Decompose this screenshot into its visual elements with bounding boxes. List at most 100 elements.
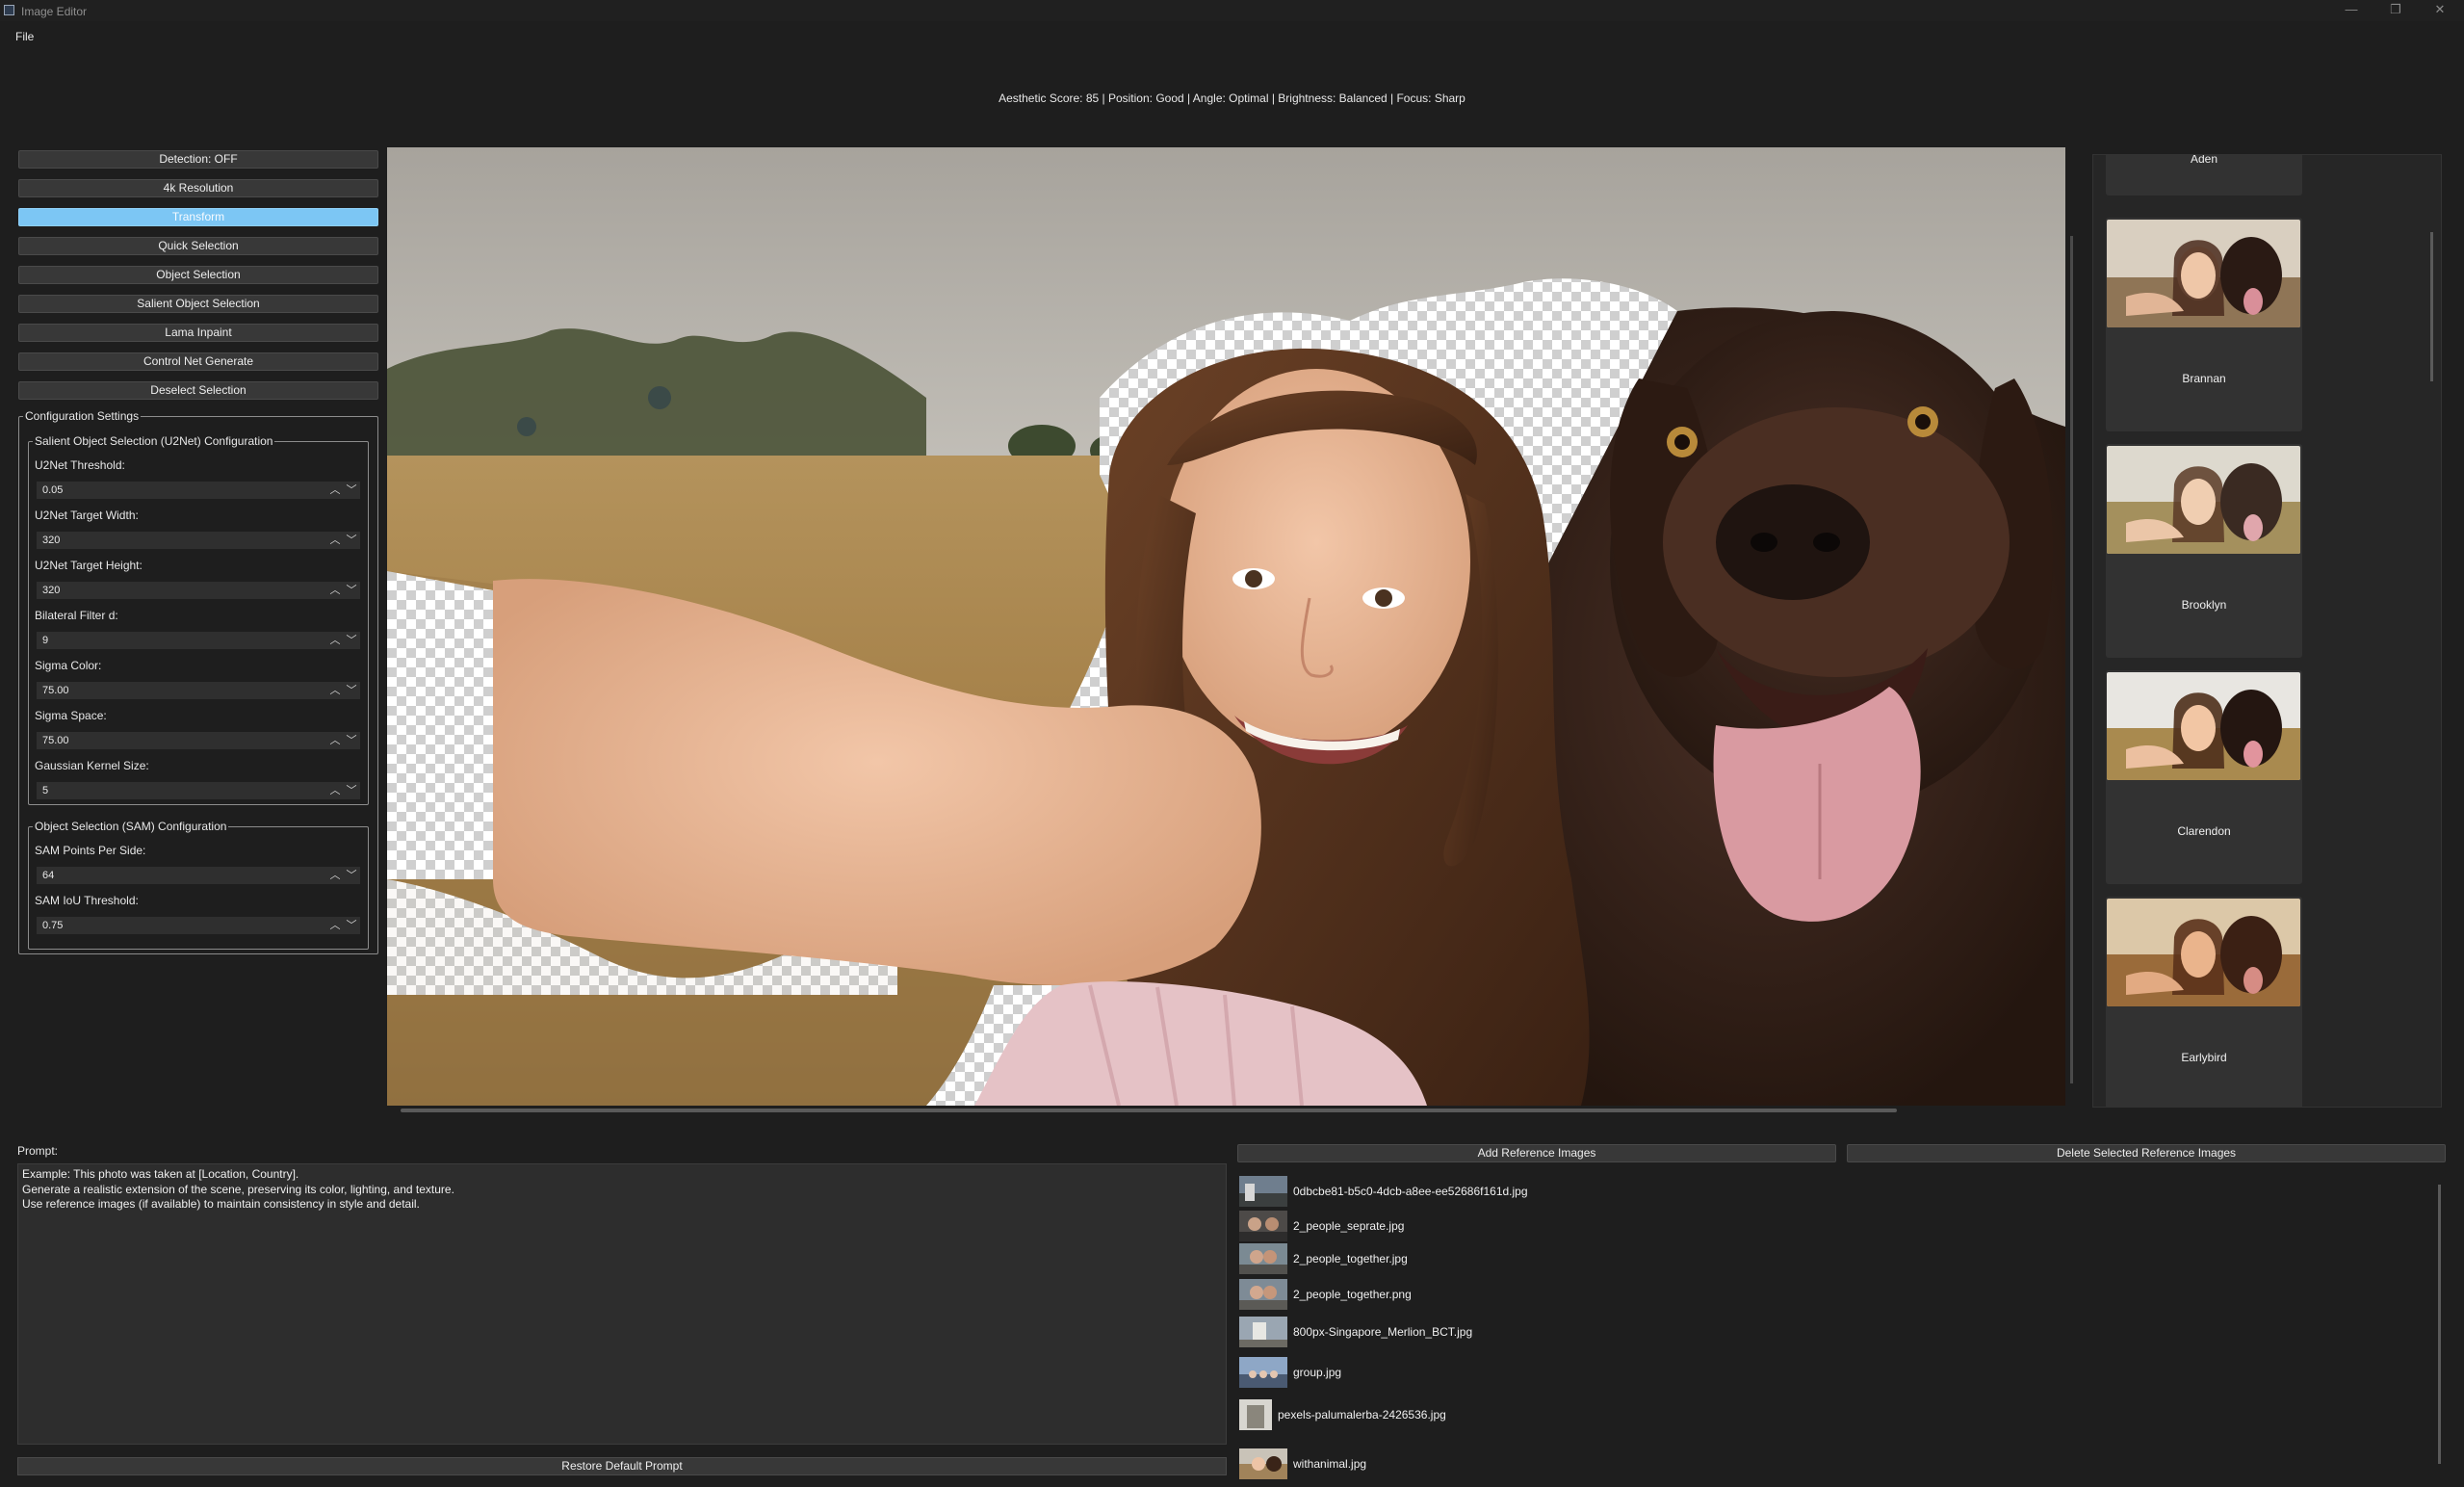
u2net-target-height-spinbox[interactable] bbox=[37, 582, 360, 599]
title-bar: Image Editor — ❐ ✕ bbox=[0, 0, 2464, 21]
reference-thumbnail bbox=[1239, 1176, 1287, 1207]
u2net-target-width-spinbox[interactable] bbox=[37, 532, 360, 549]
chevron-down-icon[interactable]: ﹀ bbox=[346, 632, 357, 649]
chevron-up-icon[interactable]: ︿ bbox=[329, 917, 341, 934]
sam-points-per-side-spinbox[interactable] bbox=[37, 867, 360, 884]
filter-card-brannan[interactable]: Brannan bbox=[2106, 218, 2302, 431]
reference-thumbnail bbox=[1239, 1317, 1287, 1347]
sigma-color-label: Sigma Color: bbox=[35, 659, 102, 672]
list-item[interactable]: 2_people_seprate.jpg bbox=[1237, 1211, 2393, 1241]
canvas-horizontal-scrollbar[interactable] bbox=[401, 1109, 1897, 1112]
list-item[interactable]: 2_people_together.jpg bbox=[1237, 1243, 2393, 1274]
reference-thumbnail bbox=[1239, 1399, 1272, 1430]
chevron-down-icon[interactable]: ﹀ bbox=[346, 732, 357, 749]
aesthetic-info-bar: Aesthetic Score: 85 | Position: Good | A… bbox=[999, 91, 1465, 105]
sam-points-per-side-label: SAM Points Per Side: bbox=[35, 844, 146, 857]
reference-filename: 2_people_seprate.jpg bbox=[1293, 1219, 1405, 1233]
reference-filename: withanimal.jpg bbox=[1293, 1457, 1367, 1471]
bilateral-filter-d-spinbox[interactable] bbox=[37, 632, 360, 649]
reference-filename: 2_people_together.png bbox=[1293, 1288, 1412, 1301]
bilateral-filter-d-label: Bilateral Filter d: bbox=[35, 609, 118, 622]
list-item[interactable]: pexels-palumalerba-2426536.jpg bbox=[1237, 1399, 2393, 1430]
chevron-up-icon[interactable]: ︿ bbox=[329, 482, 341, 499]
close-icon[interactable]: ✕ bbox=[2418, 0, 2462, 21]
chevron-up-icon[interactable]: ︿ bbox=[329, 782, 341, 799]
edited-photo bbox=[387, 147, 2065, 1106]
reference-filename: 800px-Singapore_Merlion_BCT.jpg bbox=[1293, 1325, 1473, 1339]
reference-filename: group.jpg bbox=[1293, 1366, 1342, 1379]
filter-card-brooklyn[interactable]: Brooklyn bbox=[2106, 444, 2302, 658]
list-item[interactable]: group.jpg bbox=[1237, 1357, 2393, 1388]
chevron-down-icon[interactable]: ﹀ bbox=[346, 482, 357, 499]
salient-object-selection-button[interactable]: Salient Object Selection bbox=[18, 295, 378, 313]
maximize-icon[interactable]: ❐ bbox=[2373, 0, 2418, 21]
list-item[interactable]: 800px-Singapore_Merlion_BCT.jpg bbox=[1237, 1317, 2393, 1347]
reference-images-list: 0dbcbe81-b5c0-4dcb-a8ee-ee52686f161d.jpg… bbox=[1237, 1170, 2447, 1487]
reference-thumbnail bbox=[1239, 1279, 1287, 1310]
list-item[interactable]: 0dbcbe81-b5c0-4dcb-a8ee-ee52686f161d.jpg bbox=[1237, 1176, 2393, 1207]
chevron-down-icon[interactable]: ﹀ bbox=[346, 867, 357, 884]
add-reference-images-button[interactable]: Add Reference Images bbox=[1237, 1144, 1836, 1162]
minimize-icon[interactable]: — bbox=[2329, 0, 2373, 21]
sam-iou-threshold-spinbox[interactable] bbox=[37, 917, 360, 934]
chevron-down-icon[interactable]: ﹀ bbox=[346, 532, 357, 549]
filter-thumbnail bbox=[2107, 672, 2300, 780]
deselect-selection-button[interactable]: Deselect Selection bbox=[18, 381, 378, 400]
filter-label-brannan: Brannan bbox=[2182, 372, 2226, 385]
prompt-label: Prompt: bbox=[17, 1144, 59, 1158]
u2net-threshold-label: U2Net Threshold: bbox=[35, 458, 125, 472]
u2net-threshold-spinbox[interactable] bbox=[37, 482, 360, 499]
reference-thumbnail bbox=[1239, 1211, 1287, 1241]
menu-file[interactable]: File bbox=[15, 30, 34, 43]
gaussian-kernel-size-spinbox[interactable] bbox=[37, 782, 360, 799]
resolution-4k-button[interactable]: 4k Resolution bbox=[18, 179, 378, 197]
u2net-target-width-label: U2Net Target Width: bbox=[35, 509, 139, 522]
sam-iou-threshold-label: SAM IoU Threshold: bbox=[35, 894, 139, 907]
transform-button[interactable]: Transform bbox=[18, 208, 378, 226]
sigma-space-label: Sigma Space: bbox=[35, 709, 107, 722]
filter-label-aden: Aden bbox=[2190, 154, 2218, 166]
gaussian-kernel-size-label: Gaussian Kernel Size: bbox=[35, 759, 149, 772]
control-net-generate-button[interactable]: Control Net Generate bbox=[18, 352, 378, 371]
sam-config-title: Object Selection (SAM) Configuration bbox=[35, 820, 227, 833]
detection-toggle-button[interactable]: Detection: OFF bbox=[18, 150, 378, 169]
reference-thumbnail bbox=[1239, 1243, 1287, 1274]
chevron-up-icon[interactable]: ︿ bbox=[329, 867, 341, 884]
reference-filename: 0dbcbe81-b5c0-4dcb-a8ee-ee52686f161d.jpg bbox=[1293, 1185, 1528, 1198]
lama-inpaint-button[interactable]: Lama Inpaint bbox=[18, 324, 378, 342]
filter-card-earlybird[interactable]: Earlybird bbox=[2106, 897, 2302, 1107]
reference-list-scrollbar[interactable] bbox=[2438, 1185, 2441, 1464]
image-canvas[interactable] bbox=[387, 147, 2065, 1106]
window-title: Image Editor bbox=[21, 5, 88, 18]
filter-label-clarendon: Clarendon bbox=[2177, 824, 2231, 838]
delete-selected-reference-images-button[interactable]: Delete Selected Reference Images bbox=[1847, 1144, 2446, 1162]
chevron-up-icon[interactable]: ︿ bbox=[329, 582, 341, 599]
sigma-space-spinbox[interactable] bbox=[37, 732, 360, 749]
filter-thumbnails-panel: Aden Brannan Brooklyn Clarendon Earlybir… bbox=[2092, 154, 2442, 1108]
restore-default-prompt-button[interactable]: Restore Default Prompt bbox=[17, 1457, 1227, 1475]
filter-card-clarendon[interactable]: Clarendon bbox=[2106, 670, 2302, 884]
filter-label-brooklyn: Brooklyn bbox=[2181, 598, 2227, 612]
chevron-up-icon[interactable]: ︿ bbox=[329, 732, 341, 749]
chevron-down-icon[interactable]: ﹀ bbox=[346, 582, 357, 599]
filter-thumbnail bbox=[2107, 220, 2300, 327]
chevron-down-icon[interactable]: ﹀ bbox=[346, 917, 357, 934]
object-selection-button[interactable]: Object Selection bbox=[18, 266, 378, 284]
quick-selection-button[interactable]: Quick Selection bbox=[18, 237, 378, 255]
sigma-color-spinbox[interactable] bbox=[37, 682, 360, 699]
filter-thumbnail bbox=[2107, 899, 2300, 1006]
chevron-up-icon[interactable]: ︿ bbox=[329, 532, 341, 549]
u2net-config-title: Salient Object Selection (U2Net) Configu… bbox=[35, 434, 273, 448]
canvas-vertical-scrollbar[interactable] bbox=[2070, 236, 2073, 1083]
chevron-up-icon[interactable]: ︿ bbox=[329, 682, 341, 699]
chevron-down-icon[interactable]: ﹀ bbox=[346, 682, 357, 699]
prompt-textarea[interactable]: Example: This photo was taken at [Locati… bbox=[17, 1163, 1227, 1445]
filter-card-aden[interactable]: Aden bbox=[2106, 154, 2302, 196]
list-item[interactable]: withanimal.jpg bbox=[1237, 1448, 2393, 1479]
reference-filename: 2_people_together.jpg bbox=[1293, 1252, 1408, 1265]
filters-scrollbar[interactable] bbox=[2430, 232, 2433, 381]
chevron-down-icon[interactable]: ﹀ bbox=[346, 782, 357, 799]
configuration-settings-title: Configuration Settings bbox=[25, 409, 140, 423]
list-item[interactable]: 2_people_together.png bbox=[1237, 1279, 2393, 1310]
chevron-up-icon[interactable]: ︿ bbox=[329, 632, 341, 649]
